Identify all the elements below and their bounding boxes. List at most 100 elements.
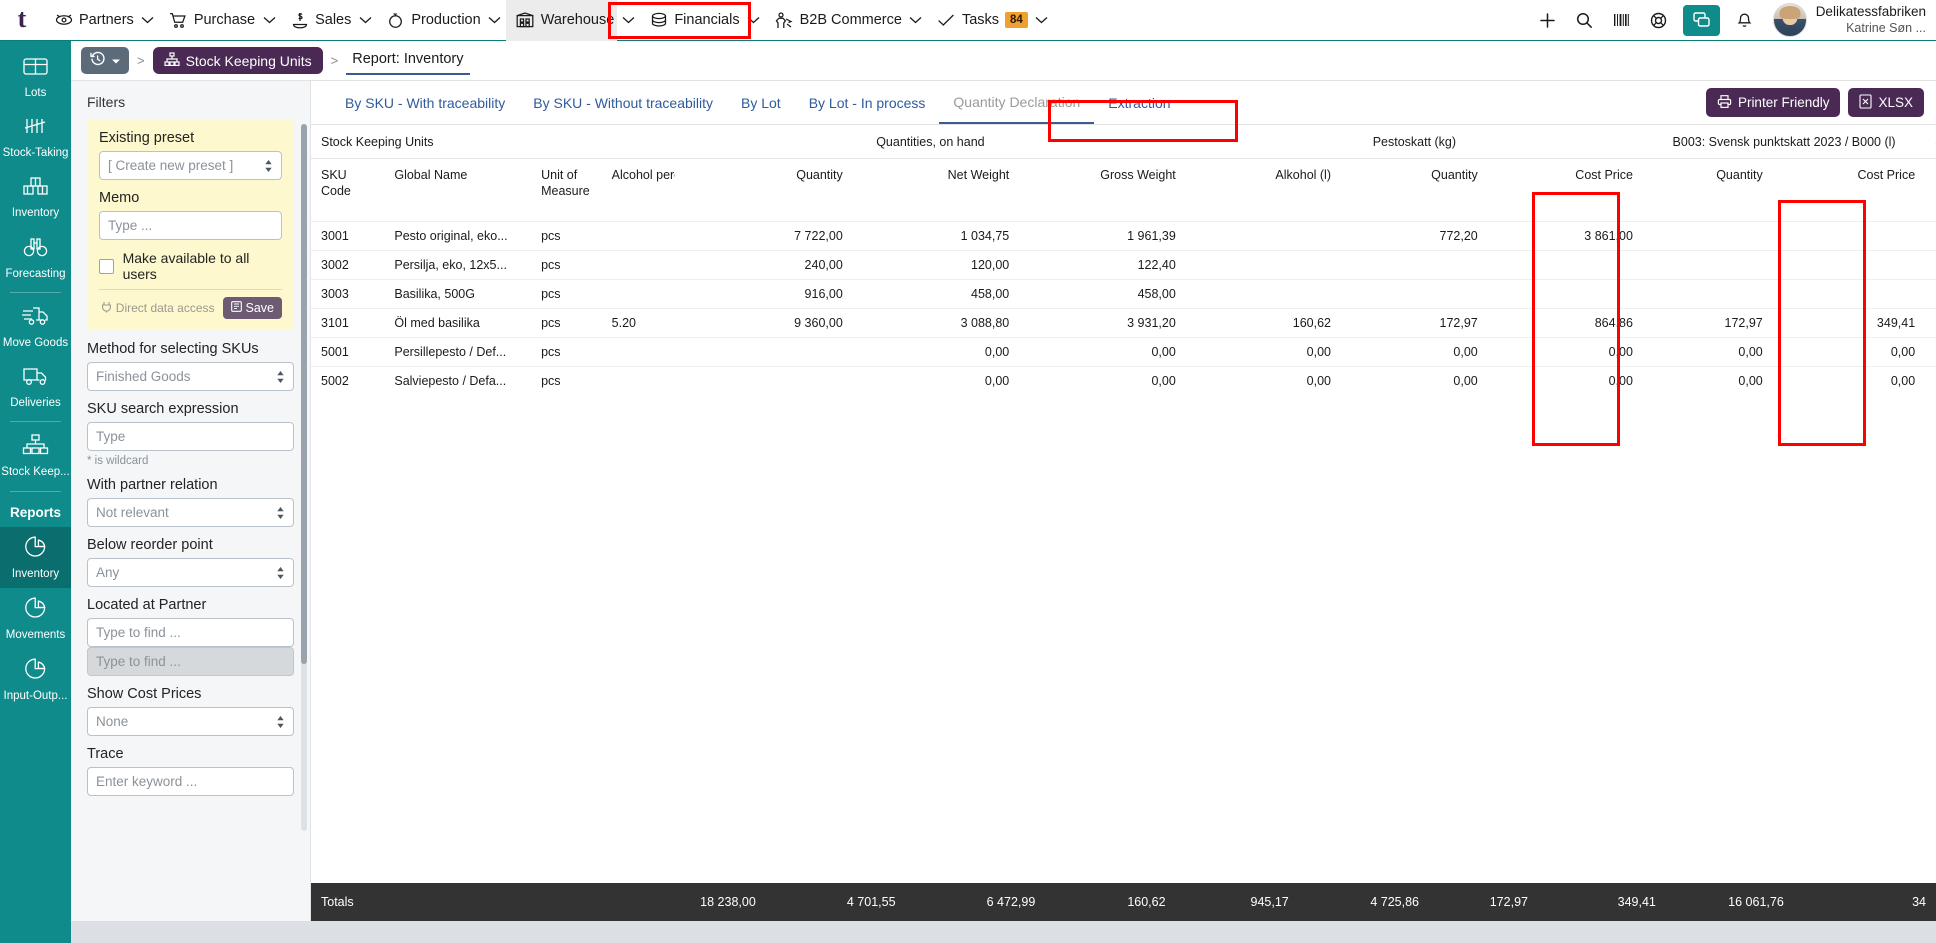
chat-icon[interactable] (1683, 5, 1720, 36)
make-available-row[interactable]: Make available to all users (99, 250, 282, 282)
tab-quantity-declaration[interactable]: Quantity Declaration (939, 81, 1094, 124)
top-menu-purchase[interactable]: Purchase (159, 0, 258, 41)
sidebar-item-inventory[interactable]: Inventory (0, 527, 71, 588)
table-cell (1925, 222, 1936, 251)
sidebar-item-lots[interactable]: Lots (0, 47, 71, 107)
table-row[interactable]: 3001Pesto original, eko...pcs7 722,001 0… (311, 222, 1936, 251)
chevron-down-icon[interactable] (905, 0, 927, 41)
table-row[interactable]: 5001Persillepesto / Def...pcs0,000,000,0… (311, 338, 1936, 367)
user-info[interactable]: Delikatessfabriken Katrine Søn ... (1816, 4, 1926, 37)
breadcrumb-sku-pill[interactable]: Stock Keeping Units (153, 47, 323, 74)
printer-friendly-button[interactable]: Printer Friendly (1706, 88, 1841, 117)
tab-by-sku-with-traceability[interactable]: By SKU - With traceability (331, 81, 519, 124)
sidebar-item-stock-keep[interactable]: Stock Keep... (0, 426, 71, 486)
chevron-down-icon[interactable] (617, 0, 639, 41)
search-icon[interactable] (1566, 0, 1603, 41)
chevron-down-icon[interactable] (354, 0, 376, 41)
top-menu-b2b-commerce[interactable]: B2B Commerce (765, 0, 905, 41)
sidebar-item-input-outp[interactable]: Input-Outp... (0, 649, 71, 710)
column-header-cell[interactable]: Alkohol (l) (1186, 159, 1341, 222)
table-row[interactable]: 3003Basilika, 500Gpcs916,00458,00458,00 (311, 280, 1936, 309)
tab-by-lot-in-process[interactable]: By Lot - In process (795, 81, 940, 124)
column-header-cell[interactable]: Cost Price (1488, 159, 1643, 222)
chevron-down-icon[interactable] (743, 0, 765, 41)
totals-cell: 34 (1794, 883, 1936, 921)
filter-label-trace: Trace (87, 746, 294, 762)
lifebuoy-icon[interactable] (1640, 0, 1677, 41)
column-header-cell[interactable]: Gross Weight (1019, 159, 1186, 222)
top-menu-tasks[interactable]: Tasks84 (927, 0, 1031, 41)
top-menu-sales[interactable]: Sales (280, 0, 354, 41)
bell-icon[interactable] (1726, 0, 1763, 41)
table-cell: 3101 (311, 309, 384, 338)
column-header-cell[interactable]: Unit of Measure (531, 159, 602, 222)
filter-input-located-at-partner[interactable]: Type to find ... (87, 618, 294, 647)
column-header-cell[interactable]: Net Weight (853, 159, 1019, 222)
filter-select-below-reorder-point[interactable]: Any (87, 558, 294, 587)
sidebar-item-movements[interactable]: Movements (0, 588, 71, 649)
history-button[interactable] (81, 47, 129, 74)
filter-select-with-partner-relation[interactable]: Not relevant (87, 498, 294, 527)
tab-by-sku-without-traceability[interactable]: By SKU - Without traceability (519, 81, 727, 124)
top-menu-partners[interactable]: Partners (44, 0, 137, 41)
direct-data-access-button[interactable]: Direct data access (101, 301, 215, 316)
sidebar-item-deliveries[interactable]: Deliveries (0, 357, 71, 417)
sidebar-item-label: Inventory (12, 207, 59, 220)
chevron-down-icon[interactable] (258, 0, 280, 41)
top-menu-financials[interactable]: Financials (639, 0, 742, 41)
filter-input-located-at-partner-secondary[interactable]: Type to find ... (87, 647, 294, 676)
sidebar-divider (10, 292, 61, 293)
column-header-cell[interactable]: Quantity (1925, 159, 1936, 222)
xlsx-button[interactable]: XLSX (1848, 88, 1924, 117)
save-preset-button[interactable]: Save (223, 297, 283, 319)
column-header-cell[interactable]: Cost Price (1773, 159, 1925, 222)
table-cell (1925, 280, 1936, 309)
tab-extraction[interactable]: Extraction (1094, 81, 1184, 124)
existing-preset-select[interactable]: [ Create new preset ] (99, 151, 282, 180)
filter-input-sku-search-expression[interactable]: Type (87, 422, 294, 451)
sitemap-icon (22, 433, 49, 462)
table-row[interactable]: 3101Öl med basilikapcs5.209 360,003 088,… (311, 309, 1936, 338)
make-available-checkbox[interactable] (99, 259, 114, 274)
sidebar-item-inventory[interactable]: Inventory (0, 167, 71, 227)
tab-by-lot[interactable]: By Lot (727, 81, 795, 124)
breadcrumb-separator-2: > (331, 53, 339, 68)
filter-select-show-cost-prices[interactable]: None (87, 707, 294, 736)
left-sidebar: LotsStock-Taking Inventory Forecasting Move… (0, 41, 71, 943)
table-row[interactable]: 5002Salviepesto / Defa...pcs0,000,000,00… (311, 367, 1936, 396)
column-header-cell[interactable]: SKU Code (311, 159, 384, 222)
avatar[interactable] (1773, 3, 1807, 37)
totals-cell: 945,17 (1176, 883, 1299, 921)
table-cell: 172,97 (1341, 309, 1488, 338)
top-menu-label: Partners (79, 12, 134, 28)
chevron-down-icon[interactable] (1031, 0, 1053, 41)
sidebar-item-stock-taking[interactable]: Stock-Taking (0, 107, 71, 167)
barcode-icon[interactable] (1603, 0, 1640, 41)
totals-cell (555, 883, 617, 921)
chevron-down-icon[interactable] (137, 0, 159, 41)
sidebar-item-move-goods[interactable]: Move Goods (0, 297, 71, 357)
column-header-cell[interactable]: Alcohol percentage (602, 159, 675, 222)
plus-icon[interactable] (1529, 0, 1566, 41)
table-cell: Pesto original, eko... (384, 222, 531, 251)
column-header-cell[interactable]: Quantity (1341, 159, 1488, 222)
table-cell: 0,00 (1488, 338, 1643, 367)
column-header-cell[interactable]: Quantity (675, 159, 853, 222)
sidebar-item-forecasting[interactable]: Forecasting (0, 228, 71, 288)
spinner-icon (276, 370, 285, 384)
table-row[interactable]: 3002Persilja, eko, 12x5...pcs240,00120,0… (311, 251, 1936, 280)
piechart-icon (22, 595, 49, 625)
column-header-cell[interactable]: Global Name (384, 159, 531, 222)
xlsx-label: XLSX (1878, 95, 1913, 110)
top-menu-production[interactable]: Production (376, 0, 483, 41)
column-header-cell[interactable]: Quantity (1643, 159, 1773, 222)
app-logo[interactable]: t (0, 0, 44, 41)
spinner-icon (276, 506, 285, 520)
top-menu-warehouse[interactable]: Warehouse (506, 0, 618, 41)
memo-input[interactable]: Type ... (99, 211, 282, 240)
filter-select-method-for-selecting-skus[interactable]: Finished Goods (87, 362, 294, 391)
filter-input-trace[interactable]: Enter keyword ... (87, 767, 294, 796)
chevron-down-icon[interactable] (484, 0, 506, 41)
breadcrumb-current-page[interactable]: Report: Inventory (346, 47, 469, 75)
filters-scrollbar-thumb[interactable] (301, 124, 307, 664)
